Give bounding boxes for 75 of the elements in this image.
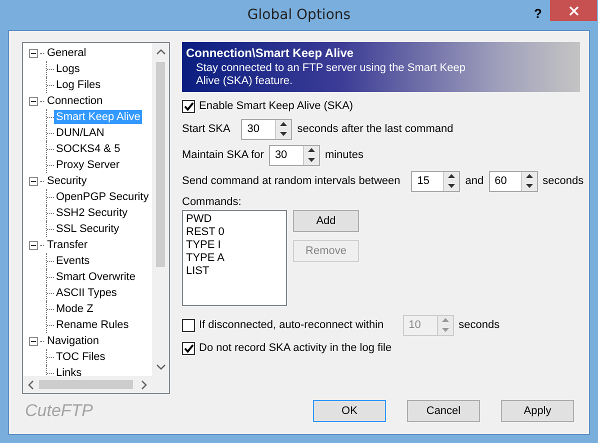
tree-item[interactable]: ASCII Types (54, 286, 119, 300)
tree-item[interactable]: Smart Overwrite (54, 270, 138, 284)
tree-item[interactable]: SSL Security (54, 222, 122, 236)
number-spinner[interactable]: 15 (411, 170, 460, 192)
list-button[interactable]: Add (293, 210, 359, 232)
spin-down-icon[interactable] (526, 184, 533, 188)
list-label: Commands: (182, 196, 242, 208)
collapse-icon[interactable] (29, 176, 38, 186)
scroll-down-icon[interactable] (156, 363, 166, 371)
tree-item[interactable]: Mode Z (54, 302, 96, 316)
spin-down-icon[interactable] (448, 184, 456, 188)
commands-list[interactable]: PWD REST 0 TYPE I TYPE A LIST (182, 210, 287, 306)
collapse-icon[interactable] (29, 240, 38, 250)
field-suffix: minutes (324, 149, 364, 161)
close-button[interactable] (550, 0, 597, 21)
checkbox-label: Enable Smart Keep Alive (SKA) (199, 100, 354, 112)
list-item[interactable]: PWD (186, 213, 283, 226)
tree-item[interactable]: Navigation (45, 334, 101, 348)
dialog-button[interactable]: Apply (501, 400, 574, 422)
tree-item[interactable]: OpenPGP Security (54, 190, 151, 204)
collapse-icon[interactable] (29, 96, 38, 106)
horizontal-scrollbar[interactable] (23, 376, 152, 393)
help-button[interactable]: ? (534, 6, 542, 21)
list-item[interactable]: TYPE I (186, 239, 283, 252)
tree-item[interactable]: SOCKS4 & 5 (54, 142, 122, 156)
spin-up-icon[interactable] (308, 148, 315, 152)
scroll-right-icon[interactable] (140, 380, 148, 390)
tree-item[interactable]: Rename Rules (54, 318, 131, 332)
tree-item[interactable]: Transfer (45, 238, 90, 252)
list-item[interactable]: REST 0 (186, 226, 283, 239)
list-item[interactable]: TYPE A (186, 252, 283, 265)
field-suffix: seconds after the last command (297, 123, 454, 135)
tree-item[interactable]: TOC Files (54, 350, 108, 364)
field-suffix: seconds (542, 175, 584, 187)
dialog-button[interactable]: OK (313, 400, 386, 422)
tree-item[interactable]: General (45, 46, 88, 60)
number-spinner[interactable]: 30 (268, 144, 320, 166)
number-spinner[interactable]: 30 (241, 118, 292, 140)
checkbox[interactable] (182, 100, 195, 112)
tree-item[interactable]: Proxy Server (54, 158, 122, 172)
checkbox[interactable] (182, 318, 195, 332)
window-title: Global Options (247, 7, 351, 23)
dialog-button[interactable]: Cancel (407, 400, 480, 422)
collapse-icon[interactable] (29, 336, 38, 346)
tree-item[interactable]: Events (54, 254, 92, 268)
scroll-left-icon[interactable] (27, 380, 35, 390)
tree-item[interactable]: Connection (45, 94, 105, 108)
spin-up-icon[interactable] (448, 174, 456, 178)
field-suffix: seconds (458, 319, 500, 331)
field-label: and (465, 175, 484, 187)
brand-logo: CuteFTP (25, 401, 94, 421)
spin-up-icon[interactable] (280, 122, 288, 126)
checkbox-label: If disconnected, auto-reconnect within (199, 319, 384, 331)
scroll-up-icon[interactable] (156, 48, 166, 56)
checkbox-label: Do not record SKA activity in the log file (199, 342, 392, 354)
number-spinner[interactable]: 60 (488, 170, 538, 192)
tree-item[interactable]: SSH2 Security (54, 206, 130, 220)
section-title: Connection\Smart Keep Alive (186, 46, 355, 60)
tree-item[interactable]: Links (54, 366, 84, 376)
tree-item[interactable]: Security (45, 174, 89, 188)
spin-down-icon[interactable] (308, 158, 315, 162)
collapse-icon[interactable] (29, 48, 38, 58)
list-item[interactable]: LIST (186, 265, 283, 278)
tree-item[interactable]: DUN/LAN (54, 126, 106, 140)
vertical-scrollbar[interactable] (152, 43, 169, 376)
close-icon (568, 6, 578, 16)
tree-item[interactable]: Logs (54, 62, 82, 76)
tree-item[interactable]: Log Files (54, 78, 103, 92)
field-label: Maintain SKA for (182, 149, 264, 161)
spin-up-icon[interactable] (526, 174, 533, 178)
field-label: Send command at random intervals between (182, 175, 400, 187)
spin-down-icon[interactable] (280, 132, 288, 136)
checkbox[interactable] (182, 342, 195, 354)
section-description: Stay connected to an FTP server using the Smart Keep Alive (SKA) feature. (195, 62, 466, 88)
field-label: Start SKA (182, 123, 230, 135)
